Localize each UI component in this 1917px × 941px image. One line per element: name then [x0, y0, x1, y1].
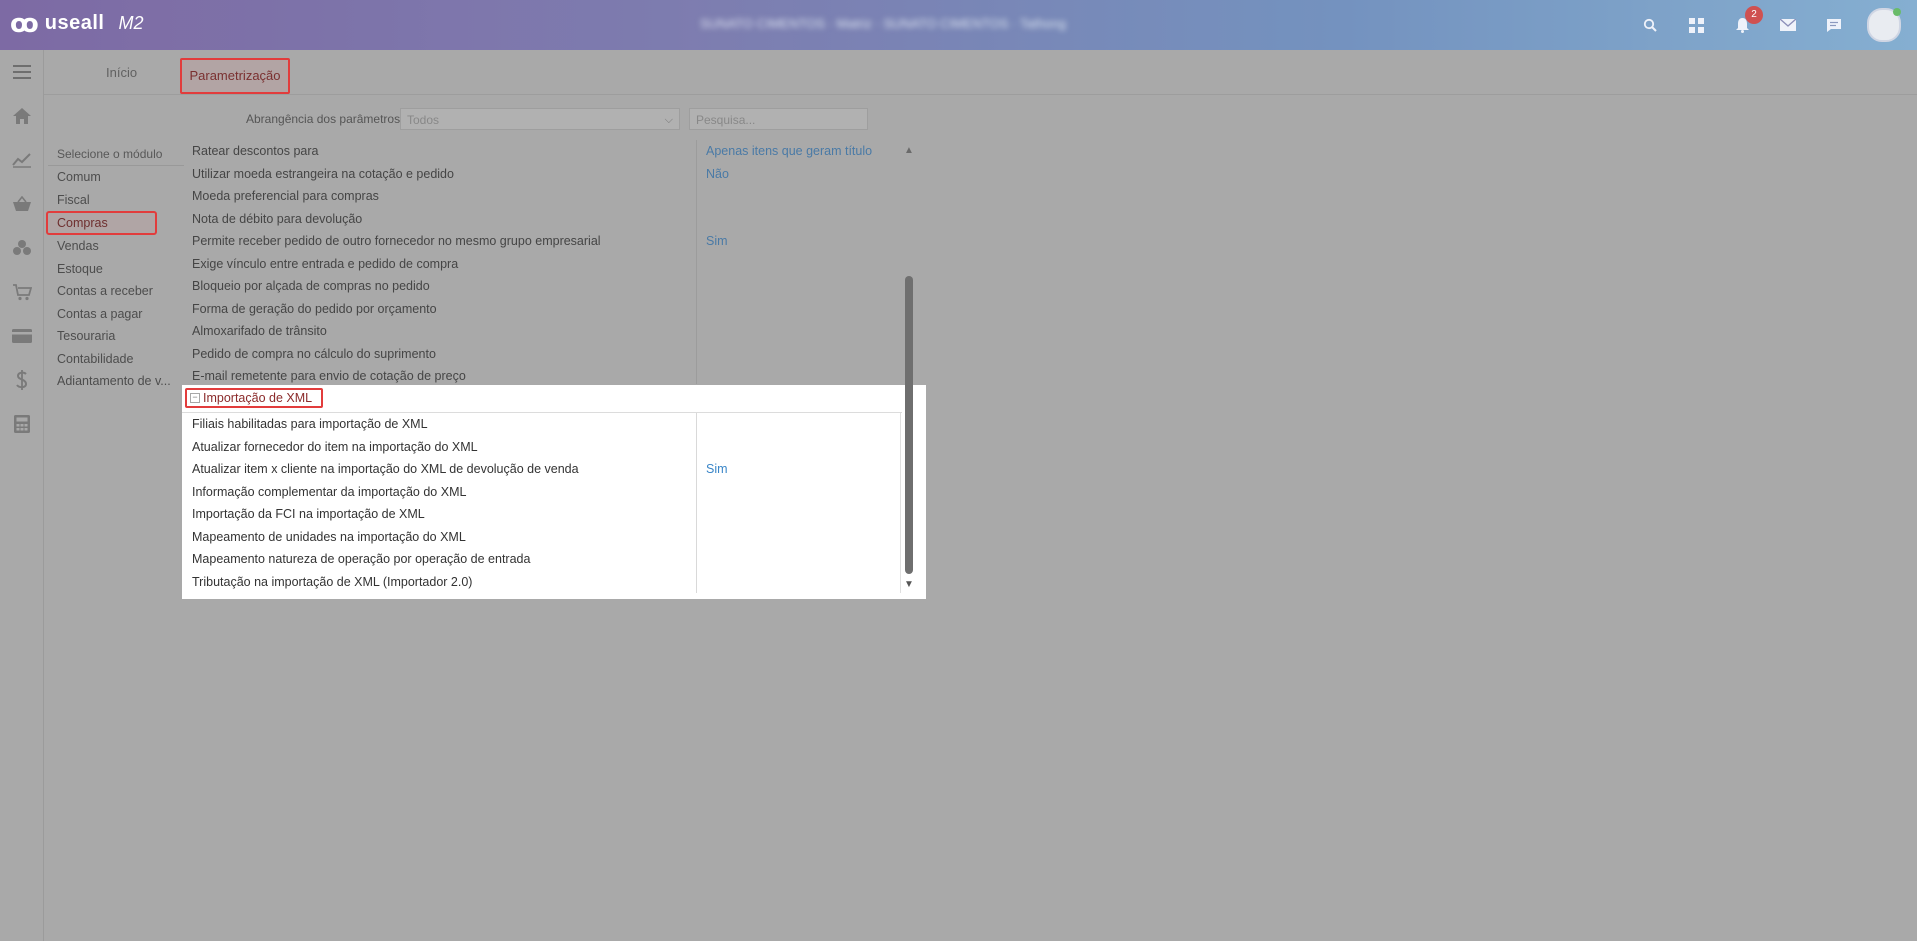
search-icon[interactable] — [1637, 10, 1663, 40]
param-name: Importação da FCI na importação de XML — [192, 507, 425, 521]
search-input[interactable]: Pesquisa... — [689, 108, 868, 130]
table-row[interactable]: Filiais habilitadas para importação de X… — [182, 413, 902, 436]
table-row[interactable]: Utilizar moeda estrangeira na cotação e … — [182, 163, 903, 186]
scroll-down-icon[interactable]: ▼ — [904, 579, 914, 590]
param-name: Tributação na importação de XML (Importa… — [192, 574, 473, 589]
scope-select-value: Todos — [407, 113, 440, 127]
table-row[interactable]: Atualizar item x cliente na importação d… — [182, 458, 902, 481]
param-value[interactable]: Sim — [706, 458, 728, 481]
company-info[interactable]: SUNATO CIMENTOS · Matriz · SUNATO CIMENT… — [700, 16, 1180, 34]
menu-icon[interactable] — [0, 50, 43, 94]
calculator-icon[interactable] — [0, 402, 43, 446]
param-name: Forma de geração do pedido por orçamento — [192, 301, 437, 316]
scope-select[interactable]: Todos ⌵ — [400, 108, 680, 130]
param-name: Nota de débito para devolução — [192, 211, 363, 226]
chevron-down-icon: ⌵ — [664, 114, 673, 126]
param-name: Mapeamento de unidades na importação do … — [192, 529, 466, 544]
card-icon[interactable] — [0, 314, 43, 358]
xml-group-title: Importação de XML — [203, 391, 313, 405]
param-name: Moeda preferencial para compras — [192, 189, 379, 203]
module-contas-a-pagar[interactable]: Contas a pagar — [48, 303, 184, 326]
param-name: Atualizar fornecedor do item na importaç… — [192, 439, 478, 454]
param-name: Atualizar item x cliente na importação d… — [192, 462, 579, 476]
brand-version: M2 — [118, 12, 144, 33]
scope-label: Abrangência dos parâmetros — [246, 112, 401, 126]
collapse-icon[interactable]: − — [190, 393, 200, 403]
table-row[interactable]: Mapeamento de unidades na importação do … — [182, 526, 902, 549]
boxes-icon[interactable] — [0, 226, 43, 270]
notification-badge: 2 — [1745, 6, 1763, 24]
table-row[interactable]: Mapeamento natureza de operação por oper… — [182, 548, 902, 571]
module-contabilidade[interactable]: Contabilidade — [48, 348, 184, 371]
basket-icon[interactable] — [0, 182, 43, 226]
tab-inicio[interactable]: Início — [94, 60, 149, 86]
module-fiscal[interactable]: Fiscal — [48, 189, 184, 212]
column-divider — [696, 140, 697, 384]
param-name: Almoxarifado de trânsito — [192, 324, 327, 338]
chart-icon[interactable] — [0, 138, 43, 182]
param-name: Bloqueio por alçada de compras no pedido — [192, 279, 430, 293]
brand-name: useall — [44, 11, 105, 34]
table-row[interactable]: Atualizar fornecedor do item na importaç… — [182, 436, 902, 459]
bell-icon[interactable]: 2 — [1729, 6, 1763, 40]
tab-parametrizacao[interactable]: Parametrização — [180, 58, 290, 94]
dollar-icon[interactable] — [0, 358, 43, 402]
module-compras[interactable]: Compras — [46, 211, 157, 235]
param-name: Utilizar moeda estrangeira na cotação e … — [192, 166, 454, 181]
param-name: Filiais habilitadas para importação de X… — [192, 417, 428, 431]
module-list-header: Selecione o módulo — [48, 143, 184, 166]
module-contas-a-receber[interactable]: Contas a receber — [48, 280, 184, 303]
param-name: Pedido de compra no cálculo do supriment… — [192, 346, 436, 361]
left-rail — [0, 50, 44, 941]
scroll-up-icon[interactable]: ▲ — [904, 145, 914, 156]
table-row[interactable]: Nota de débito para devolução — [182, 208, 903, 231]
param-value[interactable]: Apenas itens que geram título — [706, 140, 872, 163]
avatar[interactable] — [1867, 8, 1901, 42]
param-name: Permite receber pedido de outro forneced… — [192, 234, 601, 248]
params-grid: Ratear descontos para Apenas itens que ge… — [182, 140, 903, 388]
chat-icon[interactable] — [1821, 10, 1847, 40]
column-divider — [696, 413, 697, 593]
table-row[interactable]: Ratear descontos para Apenas itens que ge… — [182, 140, 903, 163]
table-row[interactable]: Permite receber pedido de outro forneced… — [182, 230, 903, 253]
table-row[interactable]: Bloqueio por alçada de compras no pedido — [182, 275, 903, 298]
param-name: Informação complementar da importação do… — [192, 484, 467, 499]
param-name: Ratear descontos para — [192, 144, 319, 158]
param-value[interactable]: Sim — [706, 230, 728, 253]
cart-add-icon[interactable] — [0, 270, 43, 314]
table-row[interactable]: Exige vínculo entre entrada e pedido de … — [182, 253, 903, 276]
param-name: Mapeamento natureza de operação por oper… — [192, 552, 531, 566]
scrollbar-thumb[interactable] — [905, 276, 913, 574]
logo[interactable]: ꝏ useall M2 — [10, 8, 143, 38]
table-row[interactable]: Moeda preferencial para compras — [182, 185, 903, 208]
table-row[interactable]: Informação complementar da importação do… — [182, 481, 902, 504]
param-name: Exige vínculo entre entrada e pedido de … — [192, 256, 459, 271]
apps-icon[interactable] — [1683, 10, 1709, 40]
table-row[interactable]: Forma de geração do pedido por orçamento — [182, 298, 903, 321]
module-adiantamento[interactable]: Adiantamento de v... — [48, 370, 184, 393]
table-row[interactable]: Pedido de compra no cálculo do supriment… — [182, 343, 903, 366]
logo-mark-icon: ꝏ — [10, 8, 39, 38]
module-list: Selecione o módulo Comum Fiscal Compras … — [46, 143, 184, 393]
module-estoque[interactable]: Estoque — [48, 258, 184, 281]
module-comum[interactable]: Comum — [48, 166, 184, 189]
module-tesouraria[interactable]: Tesouraria — [48, 325, 184, 348]
mail-icon[interactable] — [1775, 10, 1801, 40]
grid-border — [900, 413, 901, 593]
table-row[interactable]: Importação da FCI na importação de XML — [182, 503, 902, 526]
table-row[interactable]: Almoxarifado de trânsito — [182, 320, 903, 343]
xml-rows: Filiais habilitadas para importação de X… — [182, 412, 902, 593]
table-row[interactable]: Tributação na importação de XML (Importa… — [182, 571, 902, 594]
xml-import-group: − Importação de XML Filiais habilitadas … — [182, 385, 926, 599]
param-value[interactable]: Não — [706, 163, 729, 186]
home-icon[interactable] — [0, 94, 43, 138]
module-vendas[interactable]: Vendas — [48, 235, 184, 258]
tab-bar: Início Parametrização — [44, 50, 1917, 95]
top-bar: ꝏ useall M2 SUNATO CIMENTOS · Matriz · S… — [0, 0, 1917, 50]
xml-group-header[interactable]: − Importação de XML — [185, 388, 323, 408]
